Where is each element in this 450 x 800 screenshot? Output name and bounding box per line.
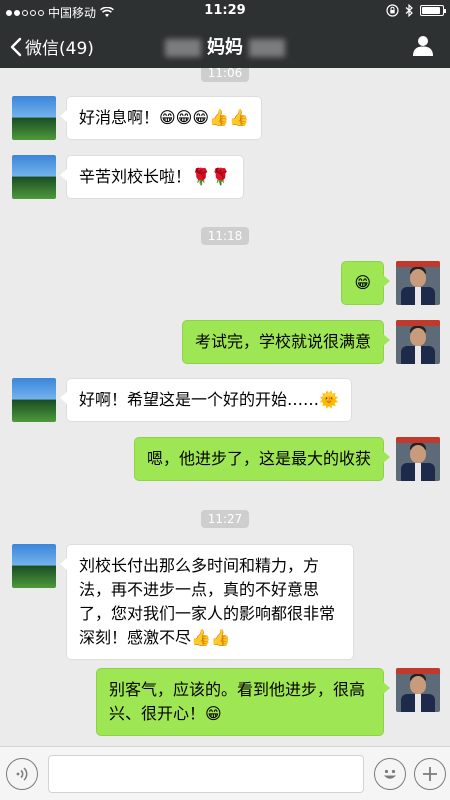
message-text: 好消息啊！😁😁😁👍👍: [79, 108, 249, 127]
message-bubble-incoming[interactable]: 刘校长付出那么多时间和精力，方法，再不进步一点，真的不好意思了，您对我们一家人的…: [60, 544, 354, 660]
emoji-button[interactable]: [374, 758, 406, 790]
chat-title-text: 妈妈: [207, 37, 243, 58]
message-bubble-outgoing[interactable]: 别客气，应该的。看到他进步，很高兴、很开心！😁: [96, 668, 390, 736]
chat-title: 妈妈: [0, 33, 450, 59]
rotation-lock-icon: [386, 4, 399, 17]
plus-icon: [423, 767, 437, 781]
input-bar: [0, 746, 450, 800]
my-avatar[interactable]: [396, 668, 440, 712]
message-input[interactable]: [48, 755, 364, 793]
status-bar: 中国移动 11:29: [0, 0, 450, 22]
message-text: 刘校长付出那么多时间和精力，方法，再不进步一点，真的不好意思了，您对我们一家人的…: [79, 556, 336, 647]
timestamp: 11:27: [0, 508, 450, 528]
message-bubble-incoming[interactable]: 辛苦刘校长啦！🌹🌹: [60, 155, 244, 199]
emoji-icon: [384, 769, 396, 779]
message-bubble-incoming[interactable]: 好消息啊！😁😁😁👍👍: [60, 96, 262, 140]
message-bubble-outgoing[interactable]: 嗯，他进步了，这是最大的收获: [133, 437, 391, 481]
contact-avatar[interactable]: [12, 378, 56, 422]
my-avatar[interactable]: [396, 437, 440, 481]
contact-avatar[interactable]: [12, 544, 56, 588]
person-icon: [413, 36, 433, 56]
timestamp: 11:18: [0, 225, 450, 245]
redacted-name: [164, 39, 201, 57]
voice-icon: [16, 767, 28, 781]
voice-button[interactable]: [6, 758, 38, 790]
status-time: 11:29: [204, 3, 246, 18]
contact-avatar[interactable]: [12, 96, 56, 140]
chat-area[interactable]: 11:06 好消息啊！😁😁😁👍👍 辛苦刘校长啦！🌹🌹 11:18 😁 考试完，学…: [0, 68, 450, 746]
timestamp: 11:06: [0, 68, 450, 82]
message-bubble-outgoing[interactable]: 😁: [341, 261, 390, 305]
message-text: 嗯，他进步了，这是最大的收获: [146, 449, 371, 468]
battery-icon: [420, 5, 446, 16]
message-text: 考试完，学校就说很满意: [194, 332, 371, 351]
redacted-name: [249, 39, 286, 57]
message-text: 别客气，应该的。看到他进步，很高兴、很开心！😁: [109, 680, 366, 723]
message-text: 辛苦刘校长啦！🌹🌹: [79, 167, 231, 186]
my-avatar[interactable]: [396, 261, 440, 305]
message-text: 好啊！希望这是一个好的开始……🌞: [79, 390, 339, 409]
message-bubble-incoming[interactable]: 好啊！希望这是一个好的开始……🌞: [60, 378, 352, 422]
add-button[interactable]: [414, 758, 446, 790]
message-text: 😁: [354, 273, 371, 292]
message-bubble-outgoing[interactable]: 考试完，学校就说很满意: [181, 320, 391, 364]
contact-avatar[interactable]: [12, 155, 56, 199]
nav-bar: 微信(49) 妈妈: [0, 22, 450, 68]
my-avatar[interactable]: [396, 320, 440, 364]
bluetooth-icon: [405, 4, 413, 17]
profile-button[interactable]: [412, 34, 434, 60]
